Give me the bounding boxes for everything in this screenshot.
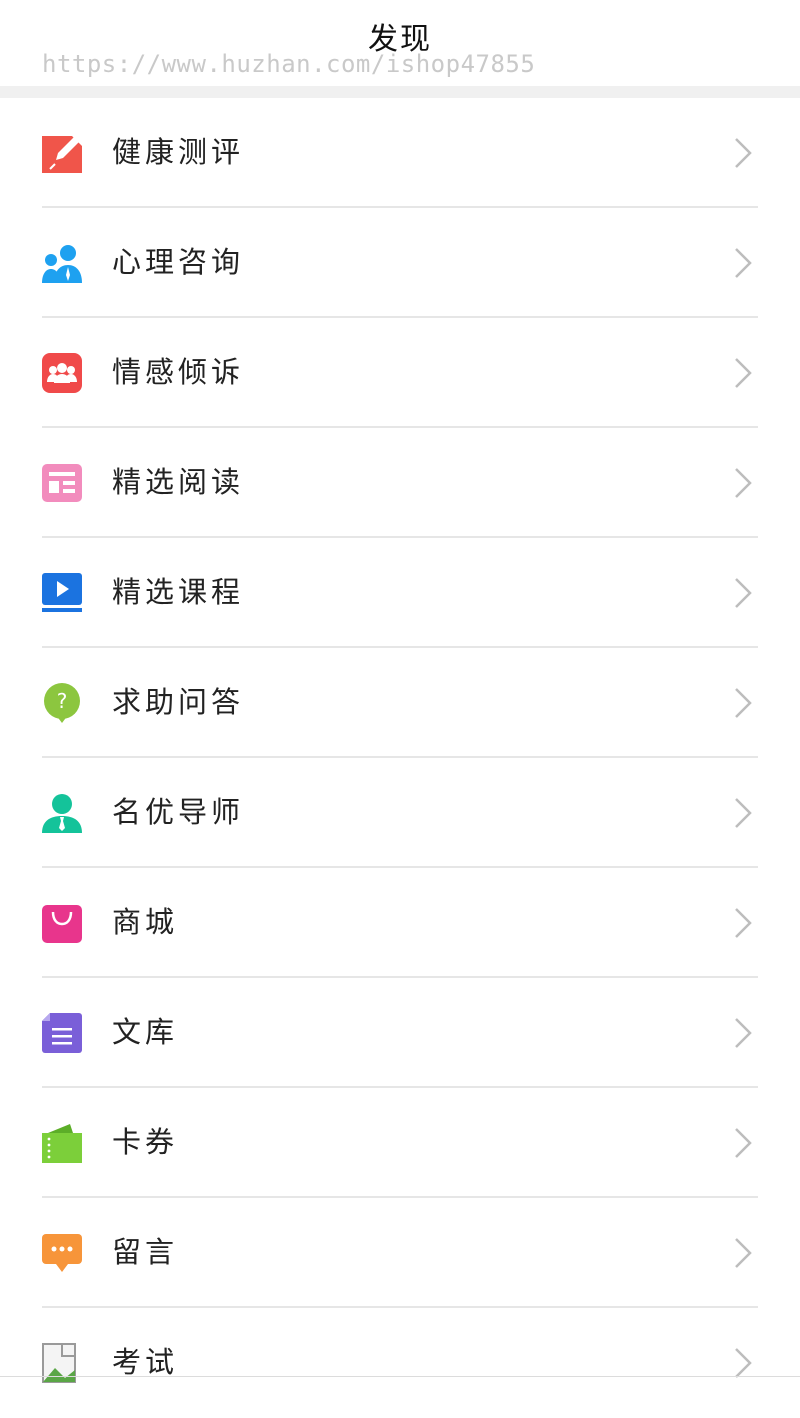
teacher-icon: [42, 794, 82, 833]
chevron-right-icon: [735, 1238, 752, 1268]
document-icon: [42, 1013, 82, 1053]
question-bubble-icon: ?: [44, 683, 80, 723]
chevron-right-icon: [735, 248, 752, 278]
message-icon: [42, 1234, 82, 1272]
menu-item-emotional-talk[interactable]: 情感倾诉: [0, 318, 800, 428]
menu-item-label: 商城: [112, 905, 179, 939]
menu-item-mall[interactable]: 商城: [0, 868, 800, 978]
chevron-right-icon: [735, 798, 752, 828]
menu-item-label: 精选课程: [112, 575, 245, 609]
menu-item-label: 精选阅读: [112, 465, 245, 499]
chevron-right-icon: [735, 908, 752, 938]
coupon-icon: [42, 1124, 82, 1163]
video-play-icon: [42, 573, 82, 612]
chevron-right-icon: [735, 358, 752, 388]
menu-item-help-qa[interactable]: ? 求助问答: [0, 648, 800, 758]
chevron-right-icon: [735, 578, 752, 608]
bottom-edge-line: [0, 1376, 800, 1377]
chevron-right-icon: [735, 1018, 752, 1048]
menu-item-label: 卡券: [112, 1125, 179, 1159]
menu-list: 健康测评 心理咨询 情感倾诉 精选阅读 精选课程 ? 求助问答 名优导师 商城 …: [0, 98, 800, 1418]
menu-item-psych-consult[interactable]: 心理咨询: [0, 208, 800, 318]
menu-item-label: 心理咨询: [112, 245, 245, 279]
chevron-right-icon: [735, 1348, 752, 1378]
header: 发现 https://www.huzhan.com/ishop47855: [0, 0, 800, 86]
menu-item-label: 求助问答: [112, 685, 245, 719]
article-icon: [42, 464, 82, 502]
menu-item-featured-courses[interactable]: 精选课程: [0, 538, 800, 648]
menu-item-label: 名优导师: [112, 795, 245, 829]
shopping-bag-icon: [42, 905, 82, 943]
menu-item-featured-reading[interactable]: 精选阅读: [0, 428, 800, 538]
chevron-right-icon: [735, 688, 752, 718]
edit-icon: [42, 136, 82, 173]
section-gap: [0, 86, 800, 98]
watermark-text: https://www.huzhan.com/ishop47855: [42, 50, 536, 78]
menu-item-coupons[interactable]: 卡券: [0, 1088, 800, 1198]
chevron-right-icon: [735, 138, 752, 168]
svg-text:?: ?: [57, 689, 68, 713]
chevron-right-icon: [735, 1128, 752, 1158]
menu-item-top-mentors[interactable]: 名优导师: [0, 758, 800, 868]
menu-item-health-assessment[interactable]: 健康测评: [0, 98, 800, 208]
menu-item-label: 情感倾诉: [112, 355, 245, 389]
menu-item-messages[interactable]: 留言: [0, 1198, 800, 1308]
menu-item-exam[interactable]: 考试: [0, 1308, 800, 1418]
group-icon: [42, 353, 82, 393]
menu-item-library[interactable]: 文库: [0, 978, 800, 1088]
broken-image-icon: [42, 1343, 76, 1383]
menu-item-label: 文库: [112, 1015, 179, 1049]
menu-item-label: 留言: [112, 1235, 179, 1269]
chevron-right-icon: [735, 468, 752, 498]
consultants-icon: [42, 245, 82, 283]
menu-item-label: 健康测评: [112, 135, 245, 169]
